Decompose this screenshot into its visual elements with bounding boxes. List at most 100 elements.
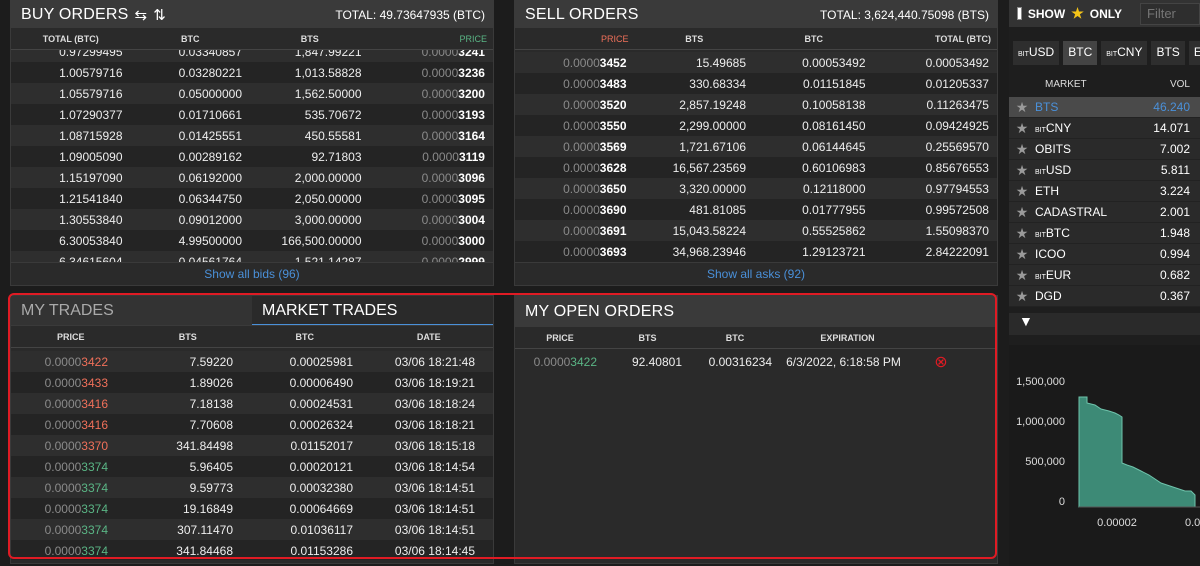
col-price[interactable]: PRICE	[515, 333, 605, 343]
col-vol[interactable]: VOL	[1140, 79, 1200, 90]
market-row-icoo[interactable]: ★ ICOO 0.994	[1009, 244, 1200, 265]
buy-order-row[interactable]: 1.08715928 0.01425551 450.55581 0.00003164	[11, 125, 493, 146]
market-row-bitusd[interactable]: ★ BITUSD 5.811	[1009, 160, 1200, 181]
btc-cell: 0.00024531	[289, 396, 353, 411]
col-bts[interactable]: BTS	[605, 333, 690, 343]
market-tab-usd[interactable]: BITUSD	[1013, 41, 1060, 65]
total-btc-cell: 0.09424925	[925, 118, 989, 133]
col-price[interactable]: PRICE	[370, 34, 494, 44]
y-tick-label: 0	[1059, 496, 1065, 508]
price-digits: 3690	[599, 202, 627, 217]
col-btc[interactable]: BTC	[131, 34, 251, 44]
market-symbol: BTS	[1035, 100, 1059, 114]
swap-icon[interactable]: ⇆	[135, 6, 148, 24]
bts-cell: 9.59773	[189, 480, 233, 495]
price-cell: 0.00003374	[11, 460, 116, 474]
col-price[interactable]: PRICE	[11, 332, 131, 342]
market-row-cadastral[interactable]: ★ CADASTRAL 2.001	[1009, 202, 1200, 223]
sell-order-row[interactable]: 0.00003628 16,567.23569 0.60106983 0.856765…	[515, 157, 997, 178]
price-digits: 3691	[599, 223, 627, 238]
sell-order-row[interactable]: 0.00003650 3,320.00000 0.12118000 0.9779455…	[515, 178, 997, 199]
col-btc[interactable]: BTC	[754, 34, 873, 44]
col-bts[interactable]: BTS	[131, 332, 246, 342]
price-digits: 3374	[81, 480, 108, 495]
tab-market-trades[interactable]: MARKET TRADES	[252, 296, 493, 325]
trade-row: 0.00003416 7.70608 0.00026324 03/06 18:18:2…	[11, 414, 493, 435]
buy-order-row[interactable]: 1.30553840 0.09012000 3,000.00000 0.0000300…	[11, 209, 493, 230]
sell-order-row[interactable]: 0.00003693 34,968.23946 1.29123721 2.842220…	[515, 241, 997, 262]
market-name: BITEUR	[1035, 268, 1140, 282]
depth-chart: 1,500,000 1,000,000 500,000 0 0.00002 0.…	[1009, 345, 1200, 566]
market-tab-btc[interactable]: BTC	[1063, 41, 1098, 65]
sell-order-row[interactable]: 0.00003569 1,721.67106 0.06144645 0.2556957…	[515, 136, 997, 157]
sell-order-row[interactable]: 0.00003691 15,043.58224 0.55525862 1.550983…	[515, 220, 997, 241]
buy-order-row[interactable]: 1.09005090 0.00289162 92.71803 0.00003119	[11, 146, 493, 167]
buy-order-row[interactable]: 1.07290377 0.01710661 535.70672 0.00003193	[11, 104, 493, 125]
star-icon[interactable]: ★	[1009, 183, 1035, 200]
buy-order-row[interactable]: 1.21541840 0.06344750 2,050.00000 0.0000309…	[11, 188, 493, 209]
col-btc[interactable]: BTC	[245, 332, 365, 342]
col-date[interactable]: DATE	[365, 332, 493, 342]
price-cell: 0.00003236	[370, 66, 493, 80]
star-icon[interactable]: ★	[1009, 120, 1035, 137]
star-icon[interactable]: ★	[1009, 141, 1035, 158]
market-row-obits[interactable]: ★ OBITS 7.002	[1009, 139, 1200, 160]
tab-my-trades[interactable]: MY TRADES	[11, 296, 252, 325]
col-bts[interactable]: BTS	[635, 34, 754, 44]
sell-order-row[interactable]: 0.00003483 330.68334 0.01151845 0.01205337	[515, 73, 997, 94]
show-all-bids-link[interactable]: Show all bids (96)	[11, 262, 493, 284]
sell-order-row[interactable]: 0.00003520 2,857.19248 0.10058138 0.1126347…	[515, 94, 997, 115]
market-row-bts[interactable]: ★ BTS 46.240	[1009, 97, 1200, 118]
price-cell: 0.00003628	[515, 161, 635, 175]
market-prefix: BIT	[1035, 232, 1046, 239]
price-cell: 0.00003374	[11, 502, 116, 516]
sell-order-row[interactable]: 0.00003452 15.49685 0.00053492 0.00053492	[515, 52, 997, 73]
star-icon[interactable]: ★	[1009, 204, 1035, 221]
trades-list: 0.00003422 7.59220 0.00025981 03/06 18:21:4…	[11, 348, 493, 560]
price-digits: 3422	[570, 354, 597, 369]
star-icon[interactable]: ★	[1009, 225, 1035, 242]
price-prefix: 0.0000	[563, 181, 600, 196]
price-digits: 3550	[599, 118, 627, 133]
show-starred-checkbox[interactable]	[1017, 7, 1022, 20]
star-icon[interactable]: ★	[1009, 162, 1035, 179]
col-price[interactable]: PRICE	[515, 34, 635, 44]
sell-order-row[interactable]: 0.00003690 481.81085 0.01777955 0.99572508	[515, 199, 997, 220]
sell-order-row[interactable]: 0.00003550 2,299.00000 0.08161450 0.0942492…	[515, 115, 997, 136]
collapse-toggle[interactable]: ▼	[1009, 313, 1200, 335]
col-total-btc[interactable]: TOTAL (BTC)	[873, 34, 997, 44]
buy-order-row[interactable]: 1.00579716 0.03280221 1,013.58828 0.0000323…	[11, 62, 493, 83]
buy-order-row[interactable]: 1.05579716 0.05000000 1,562.50000 0.0000320…	[11, 83, 493, 104]
col-market[interactable]: MARKET	[1045, 79, 1140, 90]
market-row-bitcny[interactable]: ★ BITCNY 14.071	[1009, 118, 1200, 139]
market-tab-e[interactable]: E	[1188, 41, 1200, 65]
buy-order-row[interactable]: 0.97299495 0.03340857 1,847.99221 0.0000324…	[11, 50, 493, 62]
filter-input[interactable]	[1140, 2, 1200, 25]
star-icon[interactable]: ★	[1009, 246, 1035, 263]
sort-icon[interactable]: ⇅	[153, 6, 166, 24]
star-icon[interactable]: ★	[1009, 267, 1035, 284]
price-digits: 2999	[458, 254, 485, 263]
col-expiration[interactable]: EXPIRATION	[780, 333, 915, 343]
buy-order-row[interactable]: 6.34615604 0.04561764 1,521.14287 0.0000299…	[11, 251, 493, 262]
market-row-bitbtc[interactable]: ★ BITBTC 1.948	[1009, 223, 1200, 244]
show-all-asks-link[interactable]: Show all asks (92)	[515, 262, 997, 284]
market-name: OBITS	[1035, 142, 1140, 156]
buy-order-row[interactable]: 6.30053840 4.99500000 166,500.00000 0.00003…	[11, 230, 493, 251]
market-tab-bts[interactable]: BTS	[1151, 41, 1185, 65]
col-total-btc[interactable]: TOTAL (BTC)	[11, 34, 131, 44]
market-symbol: EUR	[1045, 268, 1072, 282]
star-icon[interactable]: ★	[1009, 99, 1035, 116]
star-icon[interactable]: ★	[1009, 288, 1035, 305]
sell-orders-list: 0.00003452 15.49685 0.00053492 0.00053492 0.…	[515, 50, 997, 262]
col-bts[interactable]: BTS	[250, 34, 370, 44]
market-tab-cny[interactable]: BITCNY	[1101, 41, 1148, 65]
buy-order-row[interactable]: 1.15197090 0.06192000 2,000.00000 0.0000309…	[11, 167, 493, 188]
market-row-biteur[interactable]: ★ BITEUR 0.682	[1009, 265, 1200, 286]
cancel-order-icon[interactable]: ⊗	[915, 352, 975, 372]
col-btc[interactable]: BTC	[690, 333, 780, 343]
date-cell: 03/06 18:19:21	[394, 375, 475, 390]
market-row-eth[interactable]: ★ ETH 3.224	[1009, 181, 1200, 202]
market-row-dgd[interactable]: ★ DGD 0.367	[1009, 286, 1200, 307]
btc-cell: 0.06144645	[802, 139, 866, 154]
